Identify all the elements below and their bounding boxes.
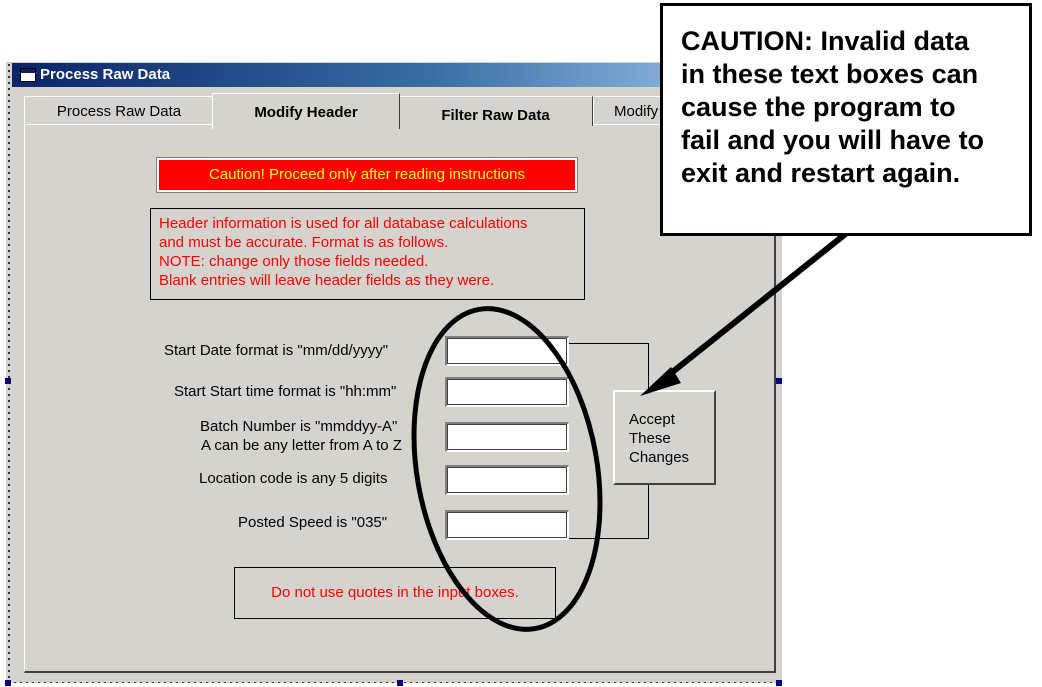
callout-line: fail and you will have to (681, 125, 985, 155)
tab-label: Filter Raw Data (441, 107, 550, 124)
callout-line: CAUTION: Invalid data (681, 26, 970, 56)
callout-line: in these text boxes can (681, 59, 979, 89)
callout-line: cause the program to (681, 92, 956, 122)
tab-modify-header[interactable]: Modify Header (212, 93, 400, 129)
tab-filter-raw-data[interactable]: Filter Raw Data (398, 96, 593, 126)
tab-label: Modify Header (254, 104, 358, 121)
callout-arrow-line (658, 229, 850, 385)
caution-callout: CAUTION: Invalid data in these text boxe… (660, 3, 1032, 236)
callout-line: exit and restart again. (681, 158, 961, 188)
highlight-ellipse (411, 306, 603, 632)
